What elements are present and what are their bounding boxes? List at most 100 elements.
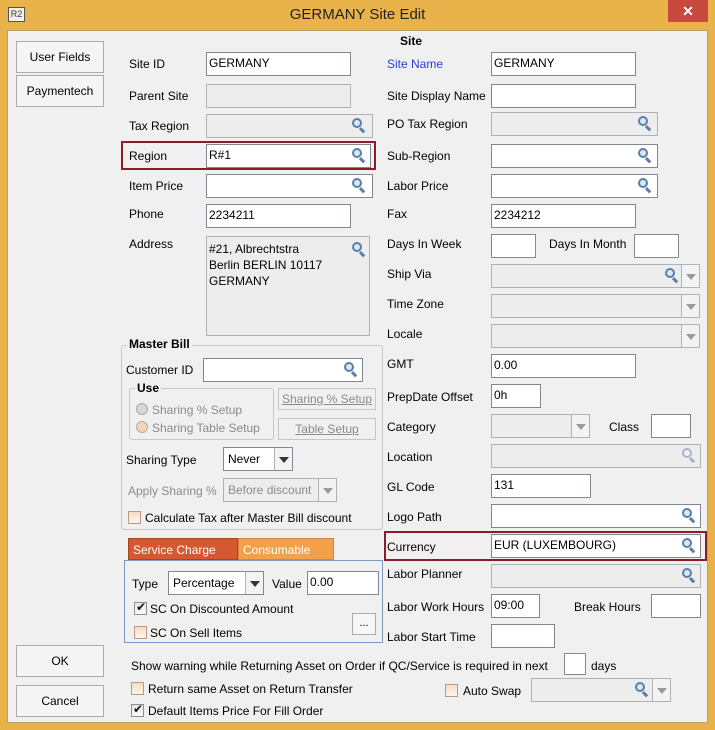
category-dropdown[interactable] [491,414,590,438]
gl-code-label: GL Code [387,480,435,494]
address-field[interactable]: #21, Albrechtstra Berlin BERLIN 10117 GE… [206,236,370,336]
chevron-down-icon[interactable] [245,572,263,594]
user-fields-button[interactable]: User Fields [16,41,104,73]
break-hours-field[interactable] [651,594,701,618]
phone-field[interactable]: 2234211 [206,204,351,228]
po-tax-region-label: PO Tax Region [387,117,468,131]
dialog-window: R2 GERMANY Site Edit ✕ User Fields Payme… [0,0,715,730]
close-button[interactable]: ✕ [668,0,708,22]
auto-swap-search-icon[interactable] [634,681,650,698]
warning-days-field[interactable] [564,653,586,675]
auto-swap-checkbox[interactable] [445,684,458,697]
days-in-week-field[interactable] [491,234,536,258]
item-price-field[interactable] [206,174,373,198]
paymentech-button[interactable]: Paymentech [16,75,104,107]
labor-work-hours-field[interactable]: 09:00 [491,594,540,618]
item-price-search-icon[interactable] [351,177,367,194]
gl-code-field[interactable]: 131 [491,474,591,498]
table-setup-button[interactable]: Table Setup [278,418,376,440]
ship-via-search-icon[interactable] [664,267,680,284]
prepdate-offset-label: PrepDate Offset [387,390,473,404]
region-search-icon[interactable] [351,147,367,164]
tax-region-search-icon[interactable] [351,117,367,134]
auto-swap-dropdown[interactable] [531,678,671,702]
prepdate-offset-field[interactable]: 0h [491,384,541,408]
location-field [491,444,701,468]
labor-planner-search-icon[interactable] [681,567,697,584]
location-search-icon[interactable] [681,447,697,464]
return-same-asset-label: Return same Asset on Return Transfer [148,682,353,696]
sharing-pct-setup-button[interactable]: Sharing % Setup [278,388,376,410]
labor-start-time-label: Labor Start Time [387,630,476,644]
po-tax-region-search-icon[interactable] [637,115,653,132]
days-in-month-field[interactable] [634,234,679,258]
labor-price-search-icon[interactable] [637,177,653,194]
time-zone-dropdown[interactable] [491,294,700,318]
customer-id-label: Customer ID [126,363,194,377]
tab-consumable[interactable]: Consumable [238,538,334,560]
customer-id-field[interactable] [203,358,363,382]
tab-service-charge[interactable]: Service Charge [128,538,238,560]
sharing-type-dropdown[interactable]: Never [223,447,293,471]
warning-text: Show warning while Returning Asset on Or… [131,659,548,673]
address-label: Address [129,237,174,251]
sub-region-search-icon[interactable] [637,147,653,164]
default-items-price-label: Default Items Price For Fill Order [148,704,324,718]
po-tax-region-field [491,112,658,136]
chevron-down-icon[interactable] [681,325,699,347]
paymentech-label: Paymentech [26,84,94,98]
type-dropdown[interactable]: Percentage [168,571,264,595]
default-items-price-checkbox[interactable] [131,702,144,717]
site-id-label: Site ID [129,57,166,71]
chevron-down-icon[interactable] [681,265,699,287]
site-name-field[interactable]: GERMANY [491,52,636,76]
site-id-field[interactable]: GERMANY [206,52,351,76]
customer-id-search-icon[interactable] [343,361,359,378]
ok-label: OK [51,654,69,668]
cancel-label: Cancel [41,694,79,708]
chevron-down-icon[interactable] [681,295,699,317]
sc-sell-items-checkbox[interactable] [134,626,147,639]
phone-label: Phone [129,207,164,221]
labor-start-time-field[interactable] [491,624,555,648]
region-label: Region [129,149,168,163]
sc-sell-items-label: SC On Sell Items [150,626,243,640]
ok-button[interactable]: OK [16,645,104,677]
logo-path-search-icon[interactable] [681,507,697,524]
chevron-down-icon[interactable] [571,415,589,437]
labor-price-field[interactable] [491,174,658,198]
use-title: Use [135,381,162,395]
sc-discounted-checkbox[interactable] [134,600,147,615]
sub-region-label: Sub-Region [387,149,451,163]
calc-tax-checkbox[interactable] [128,511,141,524]
class-field[interactable] [651,414,691,438]
site-display-name-field[interactable] [491,84,636,108]
chevron-down-icon[interactable] [318,479,336,501]
currency-search-icon[interactable] [681,537,697,554]
break-hours-label: Break Hours [574,600,641,614]
site-display-name-label: Site Display Name [387,89,486,103]
apply-sharing-value: Before discount [228,483,312,497]
region-field[interactable]: R#1 [206,144,371,168]
sharing-pct-setup-radio[interactable] [136,403,148,415]
chevron-down-icon[interactable] [652,679,670,701]
sharing-table-setup-radio[interactable] [136,421,148,433]
sharing-type-label: Sharing Type [126,453,197,467]
cancel-button[interactable]: Cancel [16,685,104,717]
return-same-asset-checkbox[interactable] [131,682,144,695]
gmt-field[interactable]: 0.00 [491,354,636,378]
more-button[interactable]: ... [352,613,376,635]
type-value: Percentage [173,576,235,590]
value-field[interactable]: 0.00 [307,571,379,595]
chevron-down-icon[interactable] [274,448,292,470]
apply-sharing-dropdown[interactable]: Before discount [223,478,337,502]
sub-region-field[interactable] [491,144,658,168]
window-title: GERMANY Site Edit [289,6,426,23]
address-search-icon[interactable] [351,241,367,258]
fax-field[interactable]: 2234212 [491,204,636,228]
master-bill-title: Master Bill [127,337,192,351]
currency-field[interactable]: EUR (LUXEMBOURG) [491,534,701,558]
locale-dropdown[interactable] [491,324,700,348]
logo-path-field[interactable] [491,504,701,528]
apply-sharing-label: Apply Sharing % [128,484,217,498]
